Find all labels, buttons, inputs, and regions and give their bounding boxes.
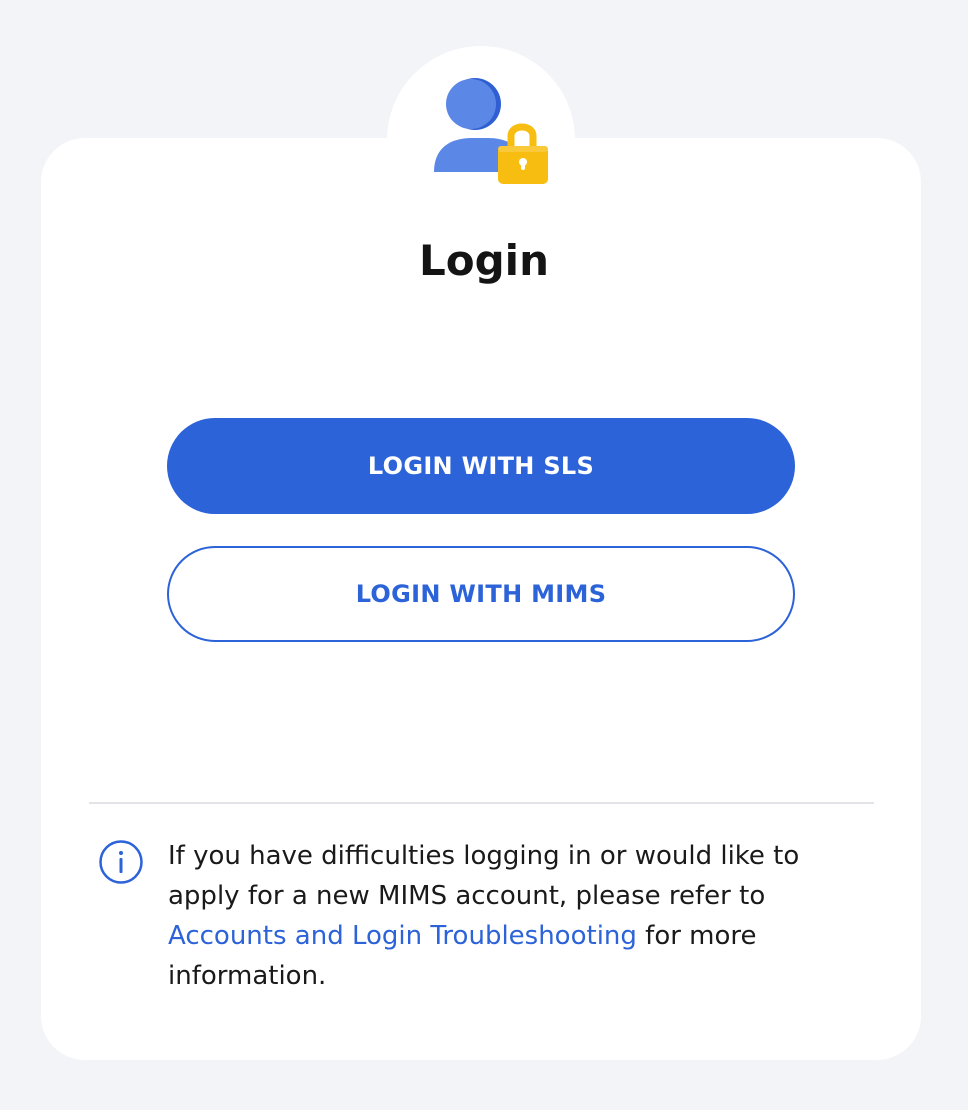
login-with-sls-label: LOGIN WITH SLS [367, 452, 595, 480]
info-text-before: If you have difficulties logging in or w… [168, 841, 800, 911]
page-title: Login [419, 236, 549, 285]
troubleshooting-link[interactable]: Accounts and Login Troubleshooting [168, 921, 637, 951]
login-with-mims-button[interactable]: LOGIN WITH MIMS [167, 546, 795, 642]
info-message: If you have difficulties logging in or w… [168, 836, 858, 996]
login-with-mims-label: LOGIN WITH MIMS [355, 580, 607, 608]
info-icon [99, 840, 143, 884]
user-lock-icon [434, 78, 548, 184]
divider [89, 802, 874, 804]
login-with-sls-button[interactable]: LOGIN WITH SLS [167, 418, 795, 514]
